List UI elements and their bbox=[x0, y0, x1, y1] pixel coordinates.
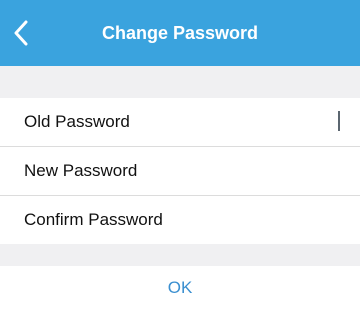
new-password-label: New Password bbox=[24, 161, 138, 180]
section-spacer-bottom bbox=[0, 244, 360, 266]
section-spacer-top bbox=[0, 66, 360, 98]
old-password-label: Old Password bbox=[24, 112, 130, 131]
confirm-password-label: Confirm Password bbox=[24, 210, 163, 229]
text-cursor bbox=[338, 111, 340, 131]
page-title: Change Password bbox=[101, 23, 259, 43]
old-password-row[interactable]: Old Password bbox=[0, 98, 360, 146]
confirm-password-row[interactable]: Confirm Password bbox=[0, 196, 360, 244]
new-password-field[interactable] bbox=[190, 155, 344, 189]
navigation-bar: Change Password bbox=[0, 0, 360, 66]
old-password-field[interactable] bbox=[190, 106, 344, 140]
new-password-row[interactable]: New Password bbox=[0, 147, 360, 195]
change-password-screen: Change Password Old Password New Passwor… bbox=[0, 0, 360, 310]
confirm-password-field[interactable] bbox=[190, 204, 344, 238]
ok-button[interactable]: OK bbox=[0, 266, 360, 310]
